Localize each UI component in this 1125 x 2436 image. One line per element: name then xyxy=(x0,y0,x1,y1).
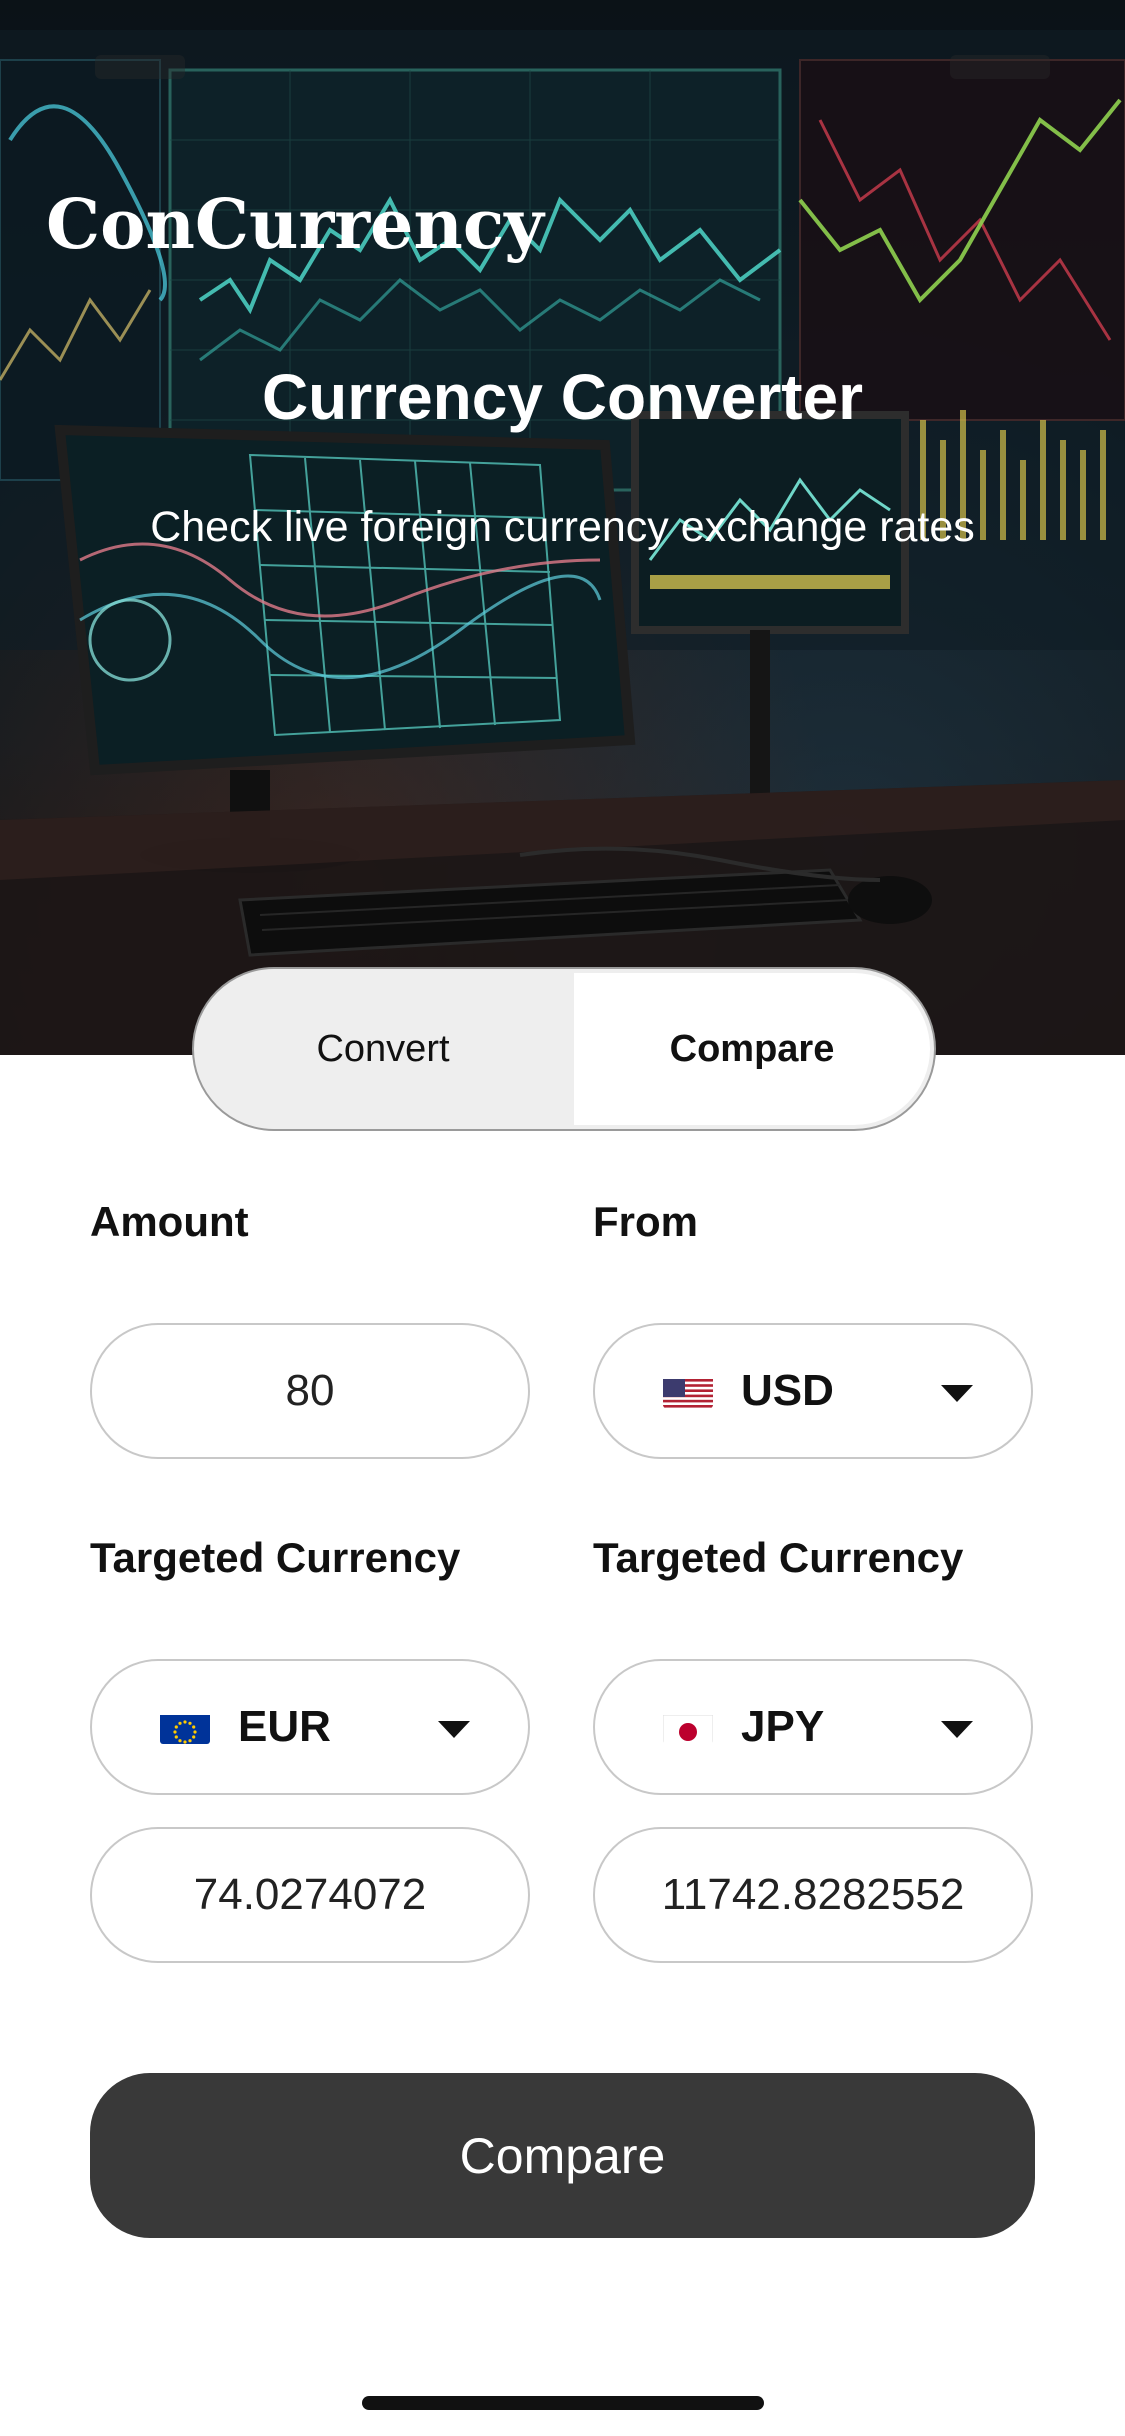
target-currency-code-1: EUR xyxy=(238,1702,331,1751)
target-result-field-2: 11742.8282552 xyxy=(593,1827,1033,1963)
target-currency-select-1[interactable]: EUR xyxy=(90,1659,530,1795)
page-subtitle: Check live foreign currency exchange rat… xyxy=(150,503,975,551)
home-indicator xyxy=(362,2396,764,2410)
amount-value: 80 xyxy=(285,1366,335,1415)
target-currency-select-2[interactable]: JPY xyxy=(593,1659,1033,1795)
tab-convert[interactable]: Convert xyxy=(198,973,568,1125)
amount-input[interactable]: 80 xyxy=(90,1323,530,1459)
amount-label: Amount xyxy=(90,1198,249,1245)
chevron-down-icon xyxy=(941,1721,973,1738)
page-title: Currency Converter xyxy=(261,361,864,433)
mode-segmented-control: Convert Compare xyxy=(192,967,936,1131)
targeted-currency-label-2: Targeted Currency xyxy=(593,1534,964,1581)
target-result-value-2: 11742.8282552 xyxy=(661,1870,965,1919)
app-logo: ConCurrency xyxy=(46,185,544,265)
from-currency-code: USD xyxy=(741,1366,834,1415)
tab-compare[interactable]: Compare xyxy=(574,973,930,1125)
us-flag-icon xyxy=(663,1374,713,1408)
from-currency-select[interactable]: USD xyxy=(593,1323,1033,1459)
status-bar-icons xyxy=(95,55,1050,79)
from-label: From xyxy=(593,1198,698,1245)
chevron-down-icon xyxy=(438,1721,470,1738)
target-result-field-1: 74.0274072 xyxy=(90,1827,530,1963)
compare-button[interactable]: Compare xyxy=(90,2073,1035,2238)
chevron-down-icon xyxy=(941,1385,973,1402)
target-result-value-1: 74.0274072 xyxy=(193,1870,427,1919)
eu-flag-icon xyxy=(160,1710,210,1744)
jp-flag-icon xyxy=(663,1710,713,1744)
status-bar xyxy=(0,0,1125,120)
hero-banner: ConCurrency Currency Converter Check liv… xyxy=(0,0,1125,1055)
targeted-currency-label-1: Targeted Currency xyxy=(90,1534,461,1581)
target-currency-code-2: JPY xyxy=(741,1702,825,1751)
